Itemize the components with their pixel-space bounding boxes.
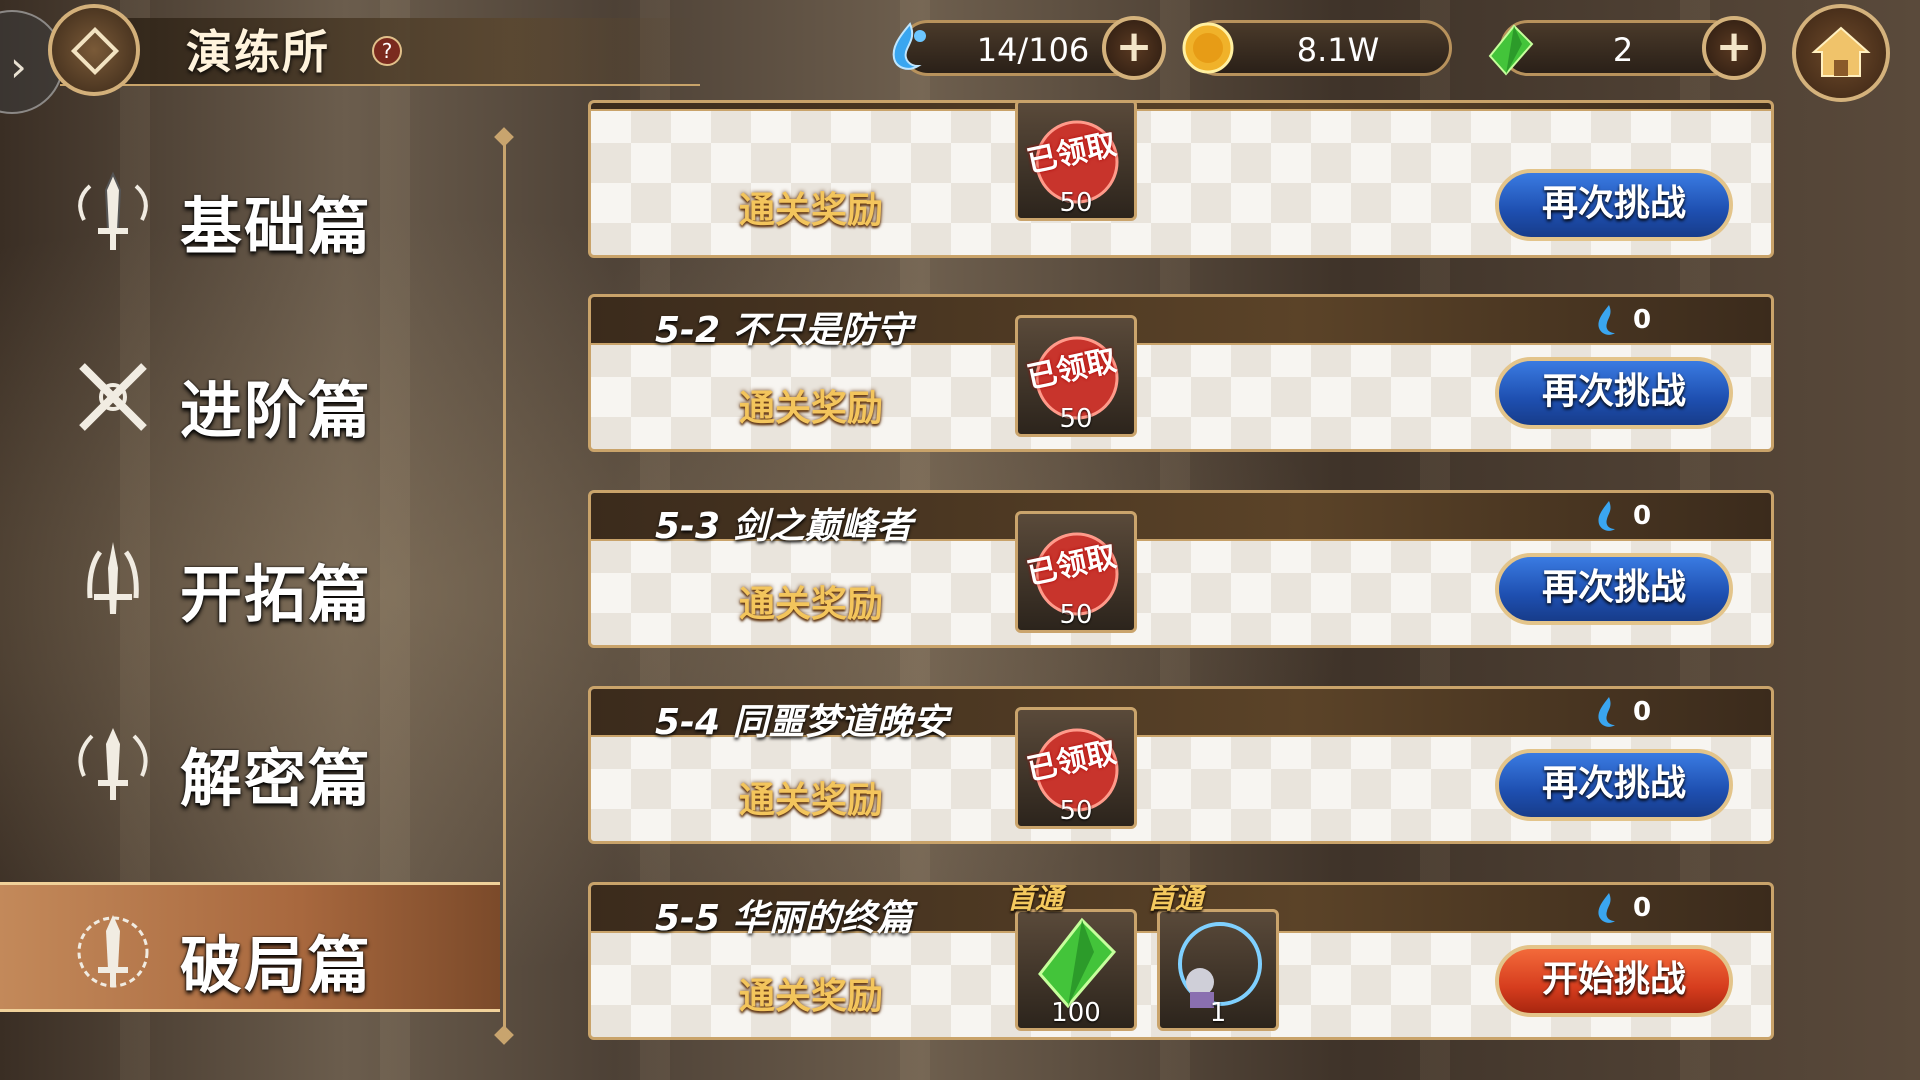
sidebar-item-basic[interactable]: 基础篇 [0, 146, 500, 276]
stage-header: 5-3 剑之巅峰者 0 [591, 493, 1771, 547]
green-crystal-icon [1038, 917, 1117, 1009]
stage-header [591, 103, 1771, 111]
stage-cost: 0 [1591, 695, 1671, 729]
stage-cost: 0 [1591, 499, 1671, 533]
stage-title: 5-5 华丽的终篇 [655, 898, 913, 939]
first-clear-tag: 首通 [1007, 882, 1064, 915]
stage-card-5-5: 5-5 华丽的终篇 0 通关奖励 100 首通 1 首通 开始挑战 [588, 882, 1774, 1040]
home-icon [1811, 26, 1871, 77]
clear-reward-label: 通关奖励 [739, 388, 884, 429]
sword-icon [78, 171, 148, 250]
sidebar-item-label: 进阶篇 [180, 374, 373, 447]
crossed-swords-icon [79, 363, 147, 431]
coin-value: 8.1W [1296, 31, 1380, 69]
reward-count: 50 [1059, 404, 1093, 434]
clear-reward-label: 通关奖励 [739, 190, 884, 231]
clear-reward-label: 通关奖励 [739, 780, 884, 821]
stage-cost: 0 [1591, 303, 1671, 337]
sidebar-item-breakthrough[interactable]: 破局篇 [0, 882, 500, 1012]
reward-item-crystal[interactable]: 100 [1015, 909, 1137, 1031]
reward-item: 已领取 50 [1015, 103, 1137, 221]
stage-card-5-3: 5-3 剑之巅峰者 0 通关奖励 已领取 50 再次挑战 [588, 490, 1774, 648]
sword-wreath-icon [77, 915, 149, 988]
stage-card-5-2: 5-2 不只是防守 0 通关奖励 已领取 50 再次挑战 [588, 294, 1774, 452]
water-drop-icon [1598, 697, 1615, 727]
gem-value: 2 [1612, 31, 1634, 69]
reward-count: 50 [1059, 188, 1093, 218]
water-drop-icon [1598, 893, 1615, 923]
water-drop-icon [1598, 501, 1615, 531]
stage-title: 5-3 剑之巅峰者 [655, 506, 913, 547]
clear-reward-label: 通关奖励 [739, 584, 884, 625]
home-button[interactable] [1792, 4, 1890, 102]
reward-count: 100 [1051, 998, 1101, 1028]
sidebar-item-label: 破局篇 [180, 929, 373, 1002]
stage-cost-value: 0 [1633, 305, 1652, 335]
challenge-again-button[interactable]: 再次挑战 [1495, 169, 1733, 241]
sidebar-item-label: 基础篇 [180, 190, 373, 263]
stage-cost-value: 0 [1633, 697, 1652, 727]
green-crystal-icon [1488, 24, 1534, 76]
top-bar: › 演练所 ? 14/106 + 8.1W 2 + [0, 0, 1920, 114]
sword-emblem-icon [78, 728, 148, 800]
sidebar-item-pioneer[interactable]: 开拓篇 [0, 514, 500, 644]
sidebar-divider [503, 136, 506, 1036]
character-frame-icon [1178, 922, 1262, 1008]
chapter-sidebar: 基础篇 进阶篇 开拓篇 解密篇 破局篇 [0, 130, 500, 1030]
chevron-right-icon: › [10, 42, 27, 91]
stage-card-5-1: 通关奖励 已领取 50 再次挑战 [588, 100, 1774, 258]
gold-coin-icon [1182, 22, 1234, 74]
trident-icon [87, 542, 139, 614]
challenge-again-button[interactable]: 再次挑战 [1495, 553, 1733, 625]
reward-count: 1 [1209, 998, 1227, 1028]
challenge-again-button[interactable]: 再次挑战 [1495, 357, 1733, 429]
sidebar-item-label: 开拓篇 [180, 558, 373, 631]
stage-header: 5-2 不只是防守 0 [591, 297, 1771, 351]
diamond-emblem-icon [48, 4, 140, 96]
reward-item: 已领取 50 [1015, 315, 1137, 437]
stage-cost: 0 [1591, 891, 1671, 925]
stamina-value: 14/106 [976, 31, 1090, 69]
stage-card-5-4: 5-4 同噩梦道晚安 0 通关奖励 已领取 50 再次挑战 [588, 686, 1774, 844]
stage-title: 5-2 不只是防守 [655, 310, 913, 351]
stage-title: 5-4 同噩梦道晚安 [655, 702, 949, 743]
reward-item: 已领取 50 [1015, 707, 1137, 829]
sidebar-item-puzzle[interactable]: 解密篇 [0, 698, 500, 828]
reward-item-character[interactable]: 1 [1157, 909, 1279, 1031]
reward-count: 50 [1059, 600, 1093, 630]
stage-cost-value: 0 [1633, 501, 1652, 531]
clear-reward-label: 通关奖励 [739, 976, 884, 1017]
water-drop-icon [892, 22, 926, 70]
challenge-again-button[interactable]: 再次挑战 [1495, 749, 1733, 821]
sidebar-item-advanced[interactable]: 进阶篇 [0, 330, 500, 460]
first-clear-tag: 首通 [1147, 882, 1204, 915]
reward-item: 已领取 50 [1015, 511, 1137, 633]
reward-count: 50 [1059, 796, 1093, 826]
sidebar-item-label: 解密篇 [180, 742, 373, 815]
help-button[interactable]: ? [372, 36, 402, 66]
add-gem-button[interactable]: + [1702, 16, 1766, 80]
stage-header: 5-4 同噩梦道晚安 0 [591, 689, 1771, 743]
start-challenge-button[interactable]: 开始挑战 [1495, 945, 1733, 1017]
water-drop-icon [1598, 305, 1615, 335]
add-stamina-button[interactable]: + [1102, 16, 1166, 80]
stage-cost-value: 0 [1633, 893, 1652, 923]
page-title: 演练所 [186, 25, 330, 79]
